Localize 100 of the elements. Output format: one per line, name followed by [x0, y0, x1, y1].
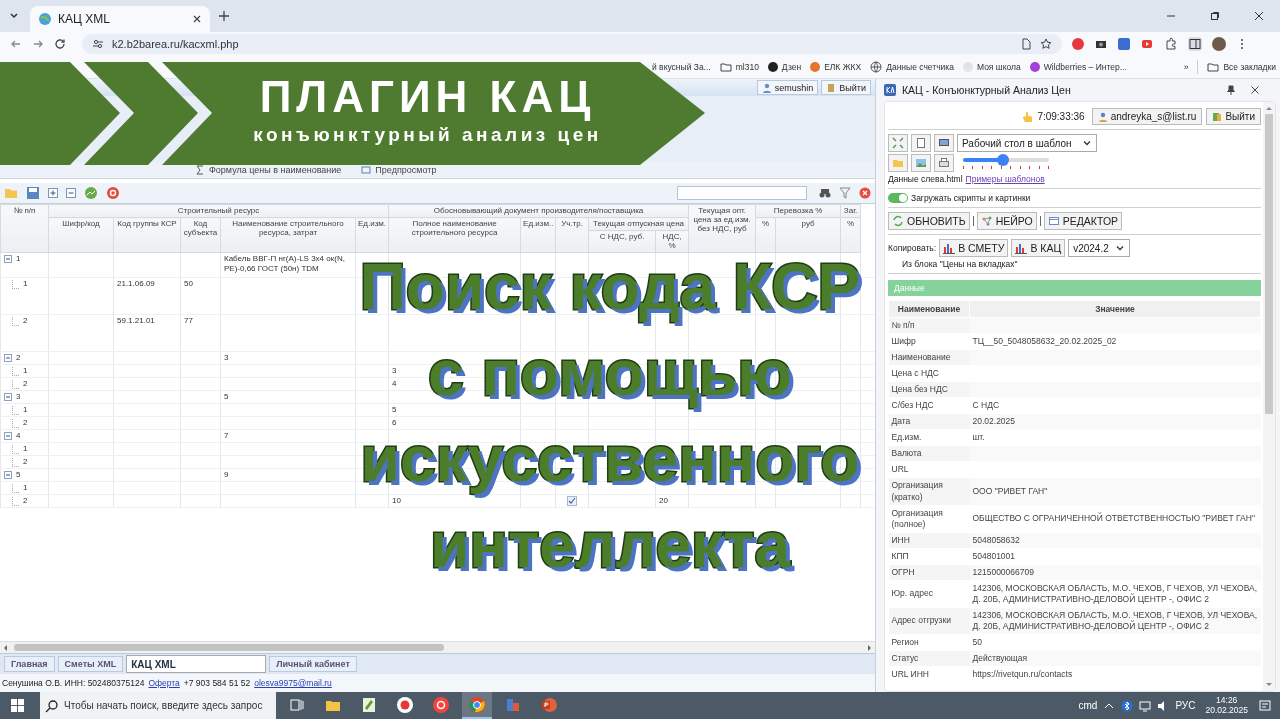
bookmark[interactable]: Wildberries – Интер...	[1029, 61, 1127, 72]
table-cell: 3	[224, 353, 229, 362]
action-button[interactable]: ОБНОВИТЬ	[888, 212, 970, 230]
source-note: Из блока "Цены на вкладках"	[902, 259, 1018, 269]
page-tab[interactable]: КАЦ XML	[126, 655, 267, 673]
column-header: Код субъекта	[183, 219, 218, 237]
data-file-label: Данные слева.html	[888, 174, 963, 184]
table-cell: 5	[224, 392, 229, 401]
star-icon[interactable]	[1040, 37, 1052, 50]
bookmark[interactable]: ml310	[719, 60, 759, 73]
pin-icon[interactable]	[1226, 85, 1236, 95]
print-icon[interactable]	[934, 154, 954, 172]
version-select[interactable]: v2024.2	[1068, 239, 1130, 257]
checkbox[interactable]	[567, 496, 578, 506]
scrollbar-thumb[interactable]	[1265, 114, 1273, 414]
door-icon	[826, 82, 837, 93]
offer-link[interactable]: Оферта	[148, 678, 180, 688]
action-button[interactable]: РЕДАКТОР	[1043, 212, 1123, 230]
template-select[interactable]: Рабочий стол в шаблон	[957, 134, 1097, 152]
page-tab[interactable]: Личный кабинет	[269, 656, 357, 672]
column-header: Ед.изм.	[358, 219, 387, 228]
notification-icon[interactable]	[1258, 698, 1272, 713]
document-icon[interactable]	[1020, 37, 1032, 50]
table-cell: 10	[392, 496, 401, 505]
copy-button[interactable]: В КАЦ	[1011, 239, 1066, 257]
close-icon[interactable]	[1250, 85, 1260, 95]
clock-date: 20.02.2025	[1205, 705, 1248, 716]
bookmark[interactable]: Моя школа	[962, 61, 1021, 72]
property-name: URL	[891, 464, 909, 475]
page-tab[interactable]: Сметы XML	[57, 656, 124, 672]
row-number: 1	[23, 444, 28, 454]
filter-icon[interactable]	[839, 187, 851, 199]
scroll-right-icon[interactable]	[865, 643, 873, 652]
banner-title: ПЛАГИН КАЦ	[259, 72, 596, 122]
more-bookmarks[interactable]: »	[1183, 61, 1189, 72]
scroll-down-icon[interactable]	[1266, 682, 1272, 688]
bookmark[interactable]: й вкусный За...	[652, 61, 711, 72]
email-link[interactable]: olesva9975@mail.ru	[254, 678, 332, 688]
action-button[interactable]: НЕЙРО	[976, 212, 1037, 230]
account-button[interactable]: andreyka_s@list.ru	[1091, 108, 1203, 125]
scroll-left-icon[interactable]	[2, 643, 10, 652]
stop-icon[interactable]	[106, 186, 120, 200]
scrollbar-thumb[interactable]	[14, 644, 444, 651]
scroll-up-icon[interactable]	[1266, 105, 1272, 111]
bookmark[interactable]: Данные счетчика	[870, 60, 954, 73]
collapse-icon[interactable]	[4, 432, 12, 440]
save-icon[interactable]	[26, 186, 40, 200]
copy-button[interactable]: В СМЕТУ	[939, 239, 1009, 257]
monitor-icon[interactable]	[934, 134, 954, 152]
slider-thumb[interactable]	[996, 153, 1009, 166]
page-icon[interactable]	[911, 134, 931, 152]
collapse-icon[interactable]	[4, 255, 12, 263]
examples-link[interactable]: Примеры шаблонов	[965, 174, 1045, 184]
side-panel-icon[interactable]	[1188, 36, 1202, 51]
property-name: Регион	[891, 637, 919, 647]
restore-icon[interactable]	[1210, 11, 1220, 21]
language-indicator[interactable]: РУС	[1175, 700, 1196, 711]
expand-all-icon[interactable]	[48, 188, 58, 198]
close-icon[interactable]	[1254, 11, 1264, 21]
image-icon[interactable]	[911, 154, 931, 172]
row-number: 1	[23, 279, 28, 289]
bookmark[interactable]: ЕЛК ЖКХ	[810, 61, 862, 72]
browser-tab[interactable]: КАЦ XML	[30, 6, 210, 32]
row-number: 1	[23, 366, 28, 376]
logout-button[interactable]: Выйти	[821, 80, 871, 95]
avatar-icon[interactable]	[1212, 36, 1226, 51]
app-logo-icon	[884, 84, 896, 96]
column-header: № п/п	[13, 206, 36, 215]
collapse-icon[interactable]	[4, 471, 12, 479]
binoculars-icon[interactable]	[819, 187, 831, 199]
reload-icon[interactable]	[54, 37, 66, 50]
bluetooth-icon[interactable]	[1121, 699, 1134, 712]
windows-start-icon[interactable]	[11, 699, 24, 712]
ribbon-button[interactable]: Формула цены в наименование	[195, 165, 342, 175]
logout-button[interactable]: Выйти	[1206, 108, 1261, 125]
puzzle-icon[interactable]	[1164, 36, 1178, 51]
collapse-all-icon[interactable]	[66, 188, 76, 198]
collapse-icon[interactable]	[4, 393, 12, 401]
address-field[interactable]: k2.b2barea.ru/kacxml.php	[82, 33, 1062, 54]
page-tab[interactable]: Главная	[4, 656, 55, 672]
plus-icon[interactable]	[218, 10, 230, 22]
collapse-icon[interactable]	[4, 354, 12, 362]
row-number: 2	[23, 457, 28, 467]
user-button[interactable]: semushin	[756, 80, 819, 95]
column-header: Строительный ресурс	[177, 206, 260, 215]
bookmark[interactable]: Дзен	[767, 61, 802, 72]
ribbon-button[interactable]: Предпросмотр	[361, 165, 437, 175]
close-icon[interactable]	[192, 14, 202, 24]
search-field[interactable]	[677, 186, 807, 200]
fit-icon[interactable]	[888, 134, 908, 152]
caption-line: интеллекта	[430, 509, 790, 581]
network-icon[interactable]	[1139, 699, 1152, 712]
taskbar-search-field[interactable]: Чтобы начать поиск, введите здесь запрос	[40, 692, 276, 719]
column-header: Обосновывающий документ производителя/поставщика	[433, 206, 644, 215]
door-icon	[1212, 111, 1223, 122]
property-name: Валюта	[891, 448, 922, 459]
property-name: ИНН	[891, 534, 910, 545]
clear-icon[interactable]	[859, 187, 871, 199]
all-bookmarks[interactable]: Все закладки	[1207, 60, 1276, 73]
toggle-switch[interactable]	[888, 193, 908, 203]
